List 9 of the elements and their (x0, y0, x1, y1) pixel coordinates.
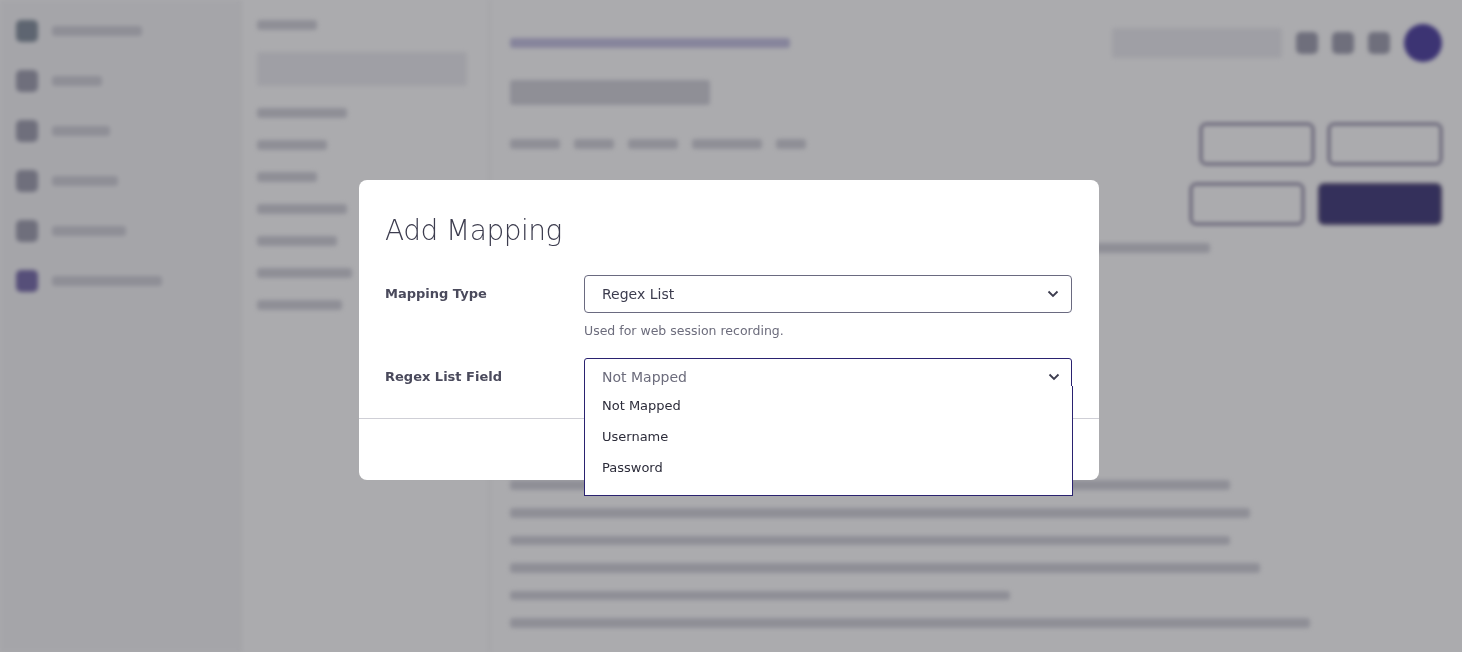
field-label: Mapping Type (385, 285, 488, 303)
chevron-down-icon (1047, 290, 1059, 298)
dropdown-option[interactable]: Password (585, 452, 1072, 483)
select-field[interactable]: Regex List (584, 275, 1072, 313)
field-label: Regex List Field (385, 368, 503, 386)
chevron-down-icon (1048, 373, 1060, 381)
dropdown-option[interactable]: Username (585, 421, 1072, 452)
field-hint: Used for web session recording. (584, 323, 785, 338)
dialog-title: Add Mapping (385, 214, 563, 247)
